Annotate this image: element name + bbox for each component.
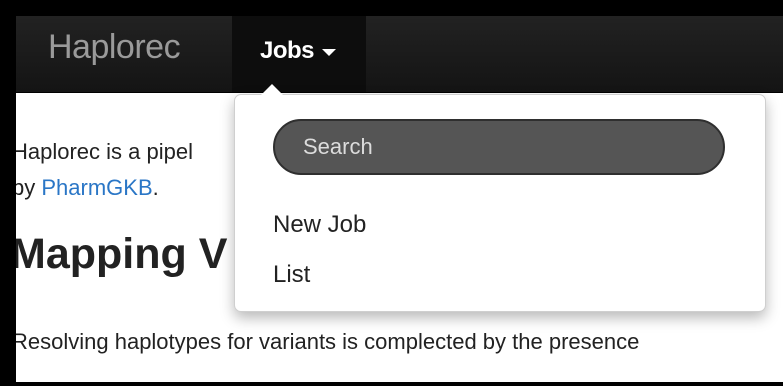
intro-text: Haplorec is a pipel: [16, 139, 193, 164]
search-input[interactable]: [273, 119, 725, 175]
jobs-dropdown-menu: New Job List: [234, 84, 766, 312]
brand-link[interactable]: Haplorec: [48, 28, 181, 67]
menu-item-new-job[interactable]: New Job: [273, 211, 366, 239]
browser-viewport: Haplorec Jobs Haplorec is a pipeluti by …: [16, 16, 783, 382]
screenshot-frame: Haplorec Jobs Haplorec is a pipeluti by …: [0, 0, 783, 386]
section-heading: Mapping V: [16, 230, 228, 278]
intro-prefix: by: [16, 175, 36, 200]
menu-item-list[interactable]: List: [273, 261, 310, 289]
caret-down-icon: [322, 49, 336, 56]
pharmgkb-link[interactable]: PharmGKB: [41, 175, 152, 200]
body-paragraph: Resolving haplotypes for variants is com…: [16, 329, 640, 354]
navbar: Haplorec Jobs: [16, 16, 783, 93]
nav-jobs-dropdown-toggle[interactable]: Jobs: [232, 16, 366, 92]
intro-suffix: .: [152, 175, 159, 200]
nav-jobs-label: Jobs: [260, 37, 315, 64]
dropdown-arrow: [261, 84, 283, 95]
